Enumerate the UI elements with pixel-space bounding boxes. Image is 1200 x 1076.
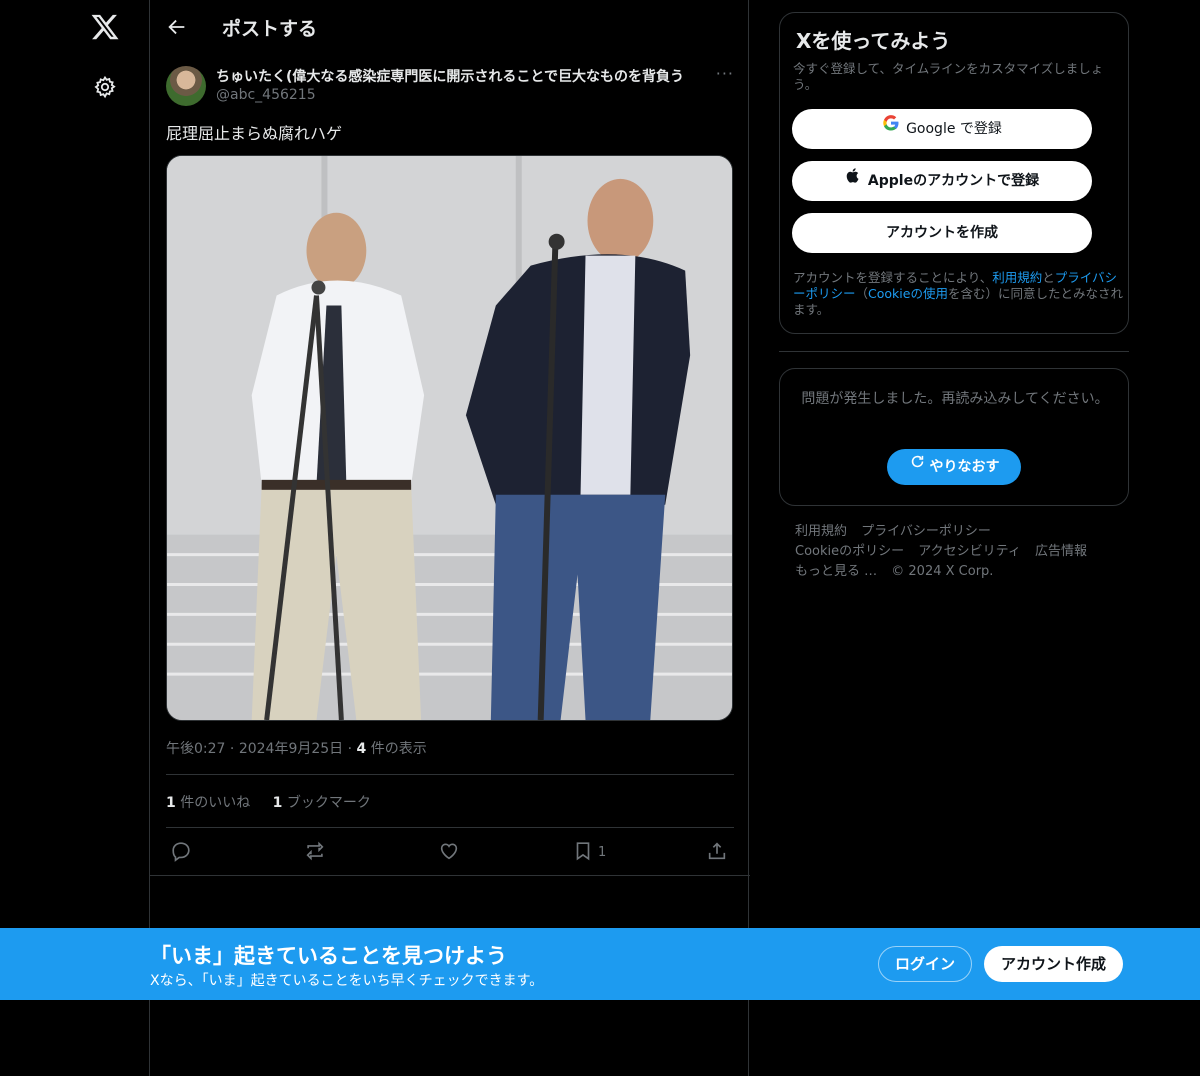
bookmark-icon[interactable] [572, 840, 594, 862]
footer-link[interactable]: 利用規約 [795, 524, 847, 539]
divider [150, 875, 750, 876]
divider [779, 351, 1129, 352]
post-stats: 1 件のいいね 1 ブックマーク [166, 792, 371, 812]
banner-headline: 「いま」起きていることを見つけよう [150, 944, 507, 968]
divider [166, 774, 734, 775]
divider [166, 827, 734, 828]
error-message: 問題が発生しました。再読み込みしてください。 [801, 391, 1109, 407]
post-meta: 午後0:27 · 2024年9月25日 · 4 件の表示 [166, 738, 427, 758]
copyright: © 2024 X Corp. [891, 564, 994, 579]
arrow-left-icon[interactable] [166, 16, 188, 38]
apple-signup-label: Appleのアカウントで登録 [867, 173, 1040, 189]
google-icon [882, 108, 900, 148]
author-handle[interactable]: @abc_456215 [216, 87, 316, 103]
repost-icon[interactable] [304, 840, 326, 862]
apple-signup-button[interactable]: Appleのアカウントで登録 [792, 161, 1092, 201]
main-column: ポストする ちゅいたく(偉大なる感染症専門医に開示されることで巨大なものを背負う… [149, 0, 750, 1076]
bookmarks-count: 1 [272, 795, 283, 811]
bookmarks-stat[interactable]: 1 ブックマーク [273, 795, 371, 811]
more-options-icon[interactable]: ··· [716, 64, 734, 83]
post-date[interactable]: 2024年9月25日 [239, 741, 343, 757]
retry-button[interactable]: やりなおす [887, 449, 1021, 485]
footer-link[interactable]: もっと見る … [795, 564, 877, 579]
post-author: ちゅいたく(偉大なる感染症専門医に開示されることで巨大なものを背負う @abc_… [166, 64, 734, 108]
views-count: 4 [356, 741, 367, 757]
refresh-icon [909, 448, 926, 484]
cookie-link[interactable]: Cookieの使用 [868, 286, 948, 301]
error-card: 問題が発生しました。再読み込みしてください。 やりなおす [779, 368, 1129, 506]
post-text: 屁理屈止まらぬ腐れハゲ [166, 124, 343, 143]
page-title: ポストする [222, 18, 318, 40]
terms-notice: アカウントを登録することにより、利用規約とプライバシーポリシー（Cookieの使… [793, 270, 1123, 318]
retry-label: やりなおす [929, 459, 1000, 475]
bookmark-action-count: 1 [598, 845, 607, 860]
create-account-label: アカウントを作成 [886, 225, 998, 241]
terms-text: アカウントを登録することにより、 [793, 270, 993, 285]
likes-stat[interactable]: 1 件のいいね [166, 795, 250, 811]
gear-icon[interactable] [93, 75, 117, 99]
footer-links: 利用規約 プライバシーポリシー Cookieのポリシー アクセシビリティ 広告情… [795, 522, 1125, 582]
post-actions: 1 [166, 838, 734, 866]
header-bar: ポストする [150, 0, 750, 54]
share-icon[interactable] [706, 840, 728, 862]
meta-separator: · [229, 741, 239, 757]
x-logo-icon[interactable] [90, 12, 120, 42]
footer-link[interactable]: 広告情報 [1035, 544, 1087, 559]
likes-count: 1 [166, 795, 176, 811]
views-label: 件の表示 [370, 741, 427, 757]
signup-subtitle: 今すぐ登録して、タイムラインをカスタマイズしましょう。 [793, 61, 1104, 92]
banner-description: Xなら、「いま」起きていることをいち早くチェックできます。 [150, 973, 544, 989]
terms-text: と [1042, 270, 1055, 285]
apple-icon [845, 160, 862, 200]
signup-title: Xを使ってみよう [796, 29, 951, 53]
terms-text: （ [855, 286, 869, 301]
post-time[interactable]: 午後0:27 [166, 741, 225, 757]
signup-button[interactable]: アカウント作成 [984, 946, 1123, 982]
post-image[interactable] [166, 155, 733, 721]
footer-link[interactable]: プライバシーポリシー [861, 524, 991, 539]
google-suffix: で登録 [955, 121, 1002, 137]
bookmarks-label: ブックマーク [286, 795, 371, 811]
footer-link[interactable]: アクセシビリティ [918, 544, 1021, 559]
login-button[interactable]: ログイン [878, 946, 972, 982]
left-nav [80, 0, 130, 1076]
avatar[interactable] [166, 66, 206, 106]
login-banner: 「いま」起きていることを見つけよう Xなら、「いま」起きていることをいち早くチェ… [0, 928, 1200, 1000]
terms-link[interactable]: 利用規約 [992, 270, 1042, 285]
heart-icon[interactable] [438, 840, 460, 862]
signup-card: Xを使ってみよう 今すぐ登録して、タイムラインをカスタマイズしましょう。 Goo… [779, 12, 1129, 334]
footer-link[interactable]: Cookieのポリシー [795, 544, 904, 559]
author-name[interactable]: ちゅいたく(偉大なる感染症専門医に開示されることで巨大なものを背負う [216, 66, 706, 86]
google-brand: Google [906, 121, 956, 137]
meta-separator: · [347, 741, 357, 757]
create-account-button[interactable]: アカウントを作成 [792, 213, 1092, 253]
reply-icon[interactable] [170, 840, 192, 862]
likes-label: 件のいいね [180, 795, 251, 811]
google-signup-button[interactable]: Google で登録 [792, 109, 1092, 149]
